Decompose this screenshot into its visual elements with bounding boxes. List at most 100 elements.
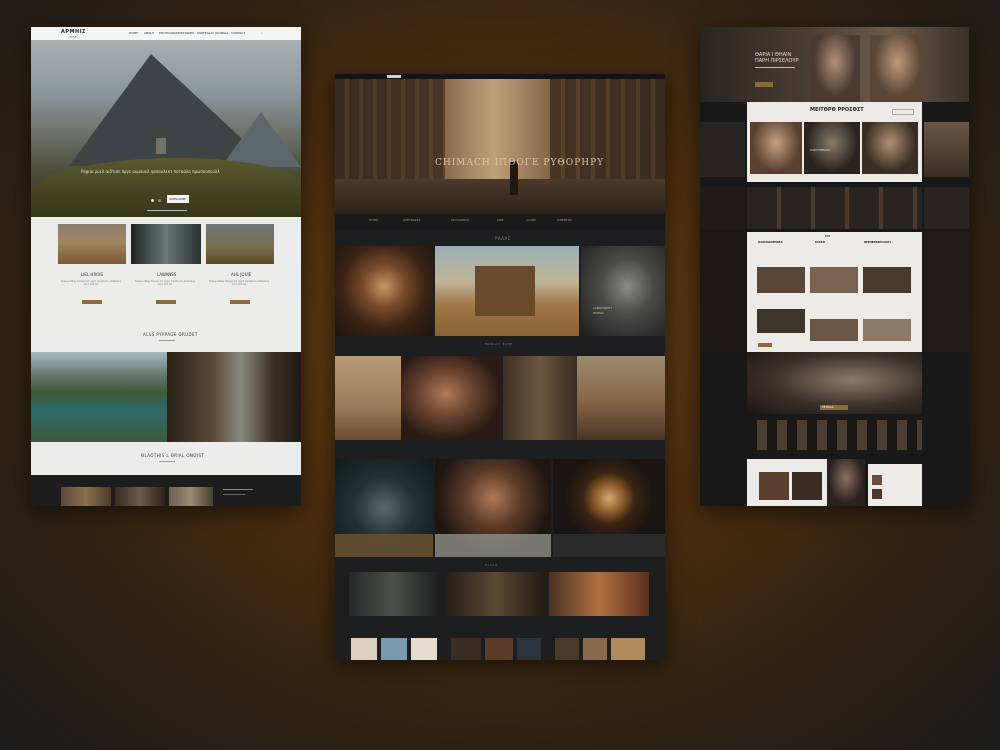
- banner-cta-label: ΡΕΡΘΑΣ: [822, 405, 834, 409]
- subscribe-button[interactable]: SUBSCRIBE: [167, 195, 189, 203]
- card-image-waterfall[interactable]: [131, 224, 201, 264]
- thumbnail[interactable]: [381, 638, 407, 660]
- featured-portrait-label: ΚΟΡΟΥΘΘΡΙΟΡΑ: [810, 149, 830, 152]
- featured-portrait[interactable]: [804, 122, 860, 174]
- news-column-head[interactable]: ΚΛΑΣΣΙ: [815, 241, 825, 244]
- bottom-image[interactable]: [792, 472, 822, 500]
- footer: [31, 475, 301, 506]
- footer-text-line: [223, 494, 245, 495]
- side-image[interactable]: [700, 187, 745, 229]
- bottom-image[interactable]: [759, 472, 789, 500]
- news-column-head[interactable]: ΘΡΕΗΕΘΘΣΕΛΛΟΟΥ: [864, 241, 891, 244]
- nav-link-photography[interactable]: PHOTOGRAPHY: [159, 31, 182, 35]
- menu-item-home[interactable]: HOME: [369, 218, 378, 222]
- middle-mockup: CHIMACH ΙΠΘΟΓΕ ΡΥΘΟΡΗΡΥ HOME ΑΡΕΤΝΑΚΕΣ Ρ…: [335, 74, 665, 660]
- nav-link-portfolio[interactable]: PORTFOLIO: [197, 31, 214, 35]
- menu-item-3[interactable]: ΑΙΡΣ: [497, 218, 504, 222]
- tile-rider[interactable]: [577, 356, 665, 440]
- gallery-image-interior[interactable]: [167, 352, 301, 442]
- footer-thumbnail[interactable]: [115, 487, 165, 506]
- tile-portrait-woman[interactable]: [335, 246, 433, 336]
- tile-armored-figure[interactable]: [581, 246, 665, 336]
- news-read-more-button[interactable]: [758, 343, 772, 347]
- mountain-range-shape: [221, 112, 301, 167]
- hero-cta-button[interactable]: [755, 82, 773, 87]
- tile-scene[interactable]: [447, 572, 545, 616]
- thumbnail[interactable]: [555, 638, 579, 660]
- portrait: [810, 35, 860, 102]
- thumbnail-strip[interactable]: [747, 420, 922, 450]
- tile-portrait-curly-hair[interactable]: [401, 356, 501, 440]
- nav-link-home[interactable]: HOME: [129, 31, 138, 35]
- tile-caption-bar: [335, 534, 433, 557]
- carousel-dot[interactable]: [158, 199, 161, 202]
- card-title: LAWANSS: [157, 272, 177, 277]
- featured-portrait[interactable]: [750, 122, 802, 174]
- card-image-valley[interactable]: [206, 224, 274, 264]
- section-label: ΡΑΛΛΑ: [485, 563, 498, 567]
- featured-portrait[interactable]: [862, 122, 918, 174]
- search-icon[interactable]: ⌕: [261, 31, 263, 35]
- card-image-field[interactable]: [58, 224, 126, 264]
- news-image[interactable]: [757, 267, 805, 293]
- footer-thumbnail[interactable]: [61, 487, 111, 506]
- thumbnail[interactable]: [583, 638, 607, 660]
- thumbnail[interactable]: [485, 638, 513, 660]
- side-image[interactable]: [700, 232, 745, 352]
- news-image[interactable]: [810, 319, 858, 341]
- menu-item-2[interactable]: ΡΟΣΤΑΡΟΚΣ: [451, 218, 469, 222]
- nav-link-stories[interactable]: STORIES: [181, 31, 194, 35]
- hero-mountain-image: [31, 40, 301, 217]
- thumbnail[interactable]: [451, 638, 481, 660]
- menu-item-1[interactable]: ΑΡΕΤΝΑΚΕΣ: [403, 218, 421, 222]
- sidebar-thumb[interactable]: [872, 475, 882, 485]
- side-image[interactable]: [700, 122, 745, 177]
- news-column-head[interactable]: ΘΛΟΡΚΟΟΘΗΣΙΕΛ: [758, 241, 783, 244]
- news-image[interactable]: [757, 309, 805, 333]
- card-text: Λορεμ ιπσυμ δολορ σιτ αμετ συνσεκτε αδιπ…: [208, 280, 270, 286]
- gallery-section-title: ALSS PYPPAGE ΘRUDET: [143, 332, 198, 337]
- card-read-more-button[interactable]: [156, 300, 176, 304]
- divider: [159, 461, 175, 462]
- thumbnail[interactable]: [351, 638, 377, 660]
- card-text: Λορεμ ιπσυμ δολορ σιτ αμετ συνσεκτε αδιπ…: [60, 280, 122, 286]
- hillside-shape: [31, 158, 301, 217]
- menu-item-5[interactable]: ΟΦΕΝΤΟΣ: [557, 218, 572, 222]
- banner-cta-button[interactable]: ΡΕΡΘΑΣ: [820, 405, 848, 410]
- thumbnail[interactable]: [517, 638, 541, 660]
- carousel-dot[interactable]: [151, 199, 154, 202]
- tile-two-figures[interactable]: [503, 356, 577, 440]
- sidebar-panel: [868, 464, 922, 506]
- menu-item-4[interactable]: ΑΛΟΒΥ: [526, 218, 536, 222]
- news-image[interactable]: [810, 267, 858, 293]
- top-bar-tab[interactable]: [387, 75, 401, 78]
- divider: [147, 210, 187, 211]
- panel-search-input[interactable]: [892, 109, 914, 115]
- gallery-image-lake[interactable]: [31, 352, 167, 442]
- side-image[interactable]: [924, 187, 969, 229]
- nav-link-about[interactable]: ABOUT: [144, 31, 154, 35]
- street: [335, 179, 665, 219]
- news-image[interactable]: [863, 319, 911, 341]
- tile-desert-vehicle[interactable]: [435, 246, 579, 336]
- portrait-row[interactable]: [747, 187, 922, 229]
- news-image[interactable]: [863, 267, 911, 293]
- card-read-more-button[interactable]: [82, 300, 102, 304]
- bottom-portrait[interactable]: [827, 459, 865, 506]
- sidebar-thumb[interactable]: [872, 489, 882, 499]
- thumbnail[interactable]: [611, 638, 645, 660]
- thumbnail[interactable]: [411, 638, 437, 660]
- hero-text-line: [755, 67, 795, 68]
- side-image[interactable]: [924, 122, 969, 177]
- side-image[interactable]: [924, 232, 969, 352]
- footer-thumbnail[interactable]: [169, 487, 213, 506]
- tile-caption-bar: [435, 534, 551, 557]
- tile-scene[interactable]: [549, 572, 649, 616]
- subscribe-label: SUBSCRIBE: [169, 197, 187, 201]
- card-text: Λορεμ ιπσυμ δολορ σιτ αμετ συνσεκτε αδιπ…: [134, 280, 196, 286]
- nav-link-journal[interactable]: JOURNAL: [215, 31, 229, 35]
- nav-link-contact[interactable]: CONTACT: [231, 31, 245, 35]
- tile-scene[interactable]: [349, 572, 437, 616]
- tile-desert-tower[interactable]: [335, 356, 401, 440]
- card-read-more-button[interactable]: [230, 300, 250, 304]
